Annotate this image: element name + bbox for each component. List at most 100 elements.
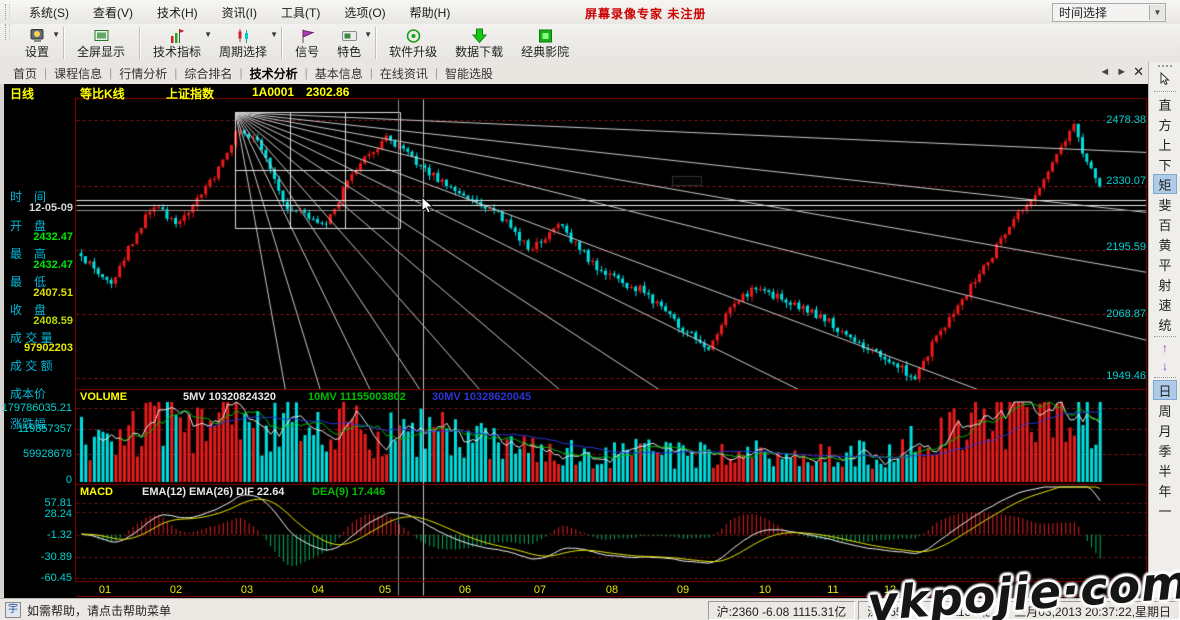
draw-tool-黄[interactable]: 黄 [1152, 234, 1178, 254]
toolbar-button-download[interactable]: 数据下载 [447, 24, 513, 62]
tab-在线资讯[interactable]: 在线资讯 [373, 63, 435, 84]
toolbar-label-settings: 设置 [25, 45, 49, 59]
tab-首页[interactable]: 首页 [6, 63, 44, 84]
tab-综合排名[interactable]: 综合排名 [177, 63, 239, 84]
draw-tool-平[interactable]: 平 [1152, 254, 1178, 274]
status-sh-index: 沪:2360 -6.08 1115.31亿 [708, 601, 856, 620]
draw-tool-射[interactable]: 射 [1152, 274, 1178, 294]
draw-tool-方[interactable]: 方 [1152, 114, 1178, 134]
cinema-icon [537, 28, 554, 45]
toolbar-label-feature: 特色 [337, 45, 361, 59]
draw-tool-上[interactable]: 上 [1152, 134, 1178, 154]
tab-scroll-left-icon[interactable]: ◄ [1099, 66, 1110, 78]
draw-tool-直[interactable]: 直 [1152, 94, 1178, 114]
scroll-up-icon[interactable]: ↑ [1152, 339, 1178, 357]
toolbar-separator [63, 27, 65, 59]
indicators-icon [169, 28, 186, 45]
tab-基本信息[interactable]: 基本信息 [308, 63, 370, 84]
period-周[interactable]: 周 [1152, 400, 1178, 420]
close-icon[interactable]: ✕ [1133, 64, 1144, 80]
info-value-4: 2408.59 [33, 315, 73, 327]
draw-tool-矩[interactable]: 矩 [1153, 174, 1177, 194]
tab-scroll-right-icon[interactable]: ► [1116, 66, 1127, 78]
tabs-list: 首页|课程信息|行情分析|综合排名|技术分析|基本信息|在线资讯|智能选股 [0, 63, 500, 84]
toolbar-separator [1154, 91, 1176, 92]
menu-item-0[interactable]: 系统(S) [17, 1, 81, 24]
tab-技术分析[interactable]: 技术分析 [243, 63, 305, 84]
chevron-down-icon[interactable]: ▼ [52, 30, 60, 39]
period-季[interactable]: 季 [1152, 440, 1178, 460]
menu-item-1[interactable]: 查看(V) [81, 1, 145, 24]
info-value-3: 2407.51 [33, 287, 73, 299]
chevron-down-icon[interactable]: ▼ [270, 30, 278, 39]
settings-icon [29, 28, 46, 45]
toolbar-label-upgrade: 软件升级 [389, 45, 437, 59]
toolbar-button-fullscreen[interactable]: 全屏显示 [69, 24, 135, 62]
toolbar-grip [1158, 65, 1172, 67]
time-select-label: 时间选择 [1053, 4, 1149, 21]
menu-item-3[interactable]: 资讯(I) [210, 1, 269, 24]
toolbar-label-signal: 信号 [295, 45, 319, 59]
toolbar-label-fullscreen: 全屏显示 [77, 45, 125, 59]
menu-item-2[interactable]: 技术(H) [145, 1, 210, 24]
tab-nav: ◄ ► ✕ [1099, 64, 1144, 80]
chevron-down-icon[interactable]: ▼ [364, 30, 372, 39]
tab-智能选股[interactable]: 智能选股 [438, 63, 500, 84]
tab-行情分析[interactable]: 行情分析 [112, 63, 174, 84]
app-window: 系统(S)查看(V)技术(H)资讯(I)工具(T)选项(O)帮助(H) 屏幕录像… [0, 0, 1180, 620]
toolbar-button-period[interactable]: 周期选择▼ [211, 24, 277, 62]
draw-tool-百[interactable]: 百 [1152, 214, 1178, 234]
recorder-notice: 屏幕录像专家 未注册 [585, 5, 706, 22]
period-日[interactable]: 日 [1153, 380, 1177, 400]
toolbar-button-feature[interactable]: 特色▼ [329, 24, 371, 62]
mouse-cursor-icon [421, 196, 435, 214]
info-value-2: 2432.47 [33, 259, 73, 271]
toolbar-separator [1154, 336, 1176, 337]
pointer-tool-icon[interactable] [1152, 69, 1178, 89]
draw-tool-下[interactable]: 下 [1152, 154, 1178, 174]
info-label-6: 成 交 额 [10, 357, 72, 374]
period-月[interactable]: 月 [1152, 420, 1178, 440]
menu-item-4[interactable]: 工具(T) [269, 1, 332, 24]
upgrade-icon [405, 28, 422, 45]
feature-icon [341, 28, 358, 45]
toolbar-separator [281, 27, 283, 59]
toolbar-button-settings[interactable]: 设置▼ [17, 24, 59, 62]
draw-tool-统[interactable]: 统 [1152, 314, 1178, 334]
menu-items: 系统(S)查看(V)技术(H)资讯(I)工具(T)选项(O)帮助(H) [17, 1, 462, 24]
toolbar-button-upgrade[interactable]: 软件升级 [381, 24, 447, 62]
toolbar-buttons: 设置▼全屏显示技术指标▼周期选择▼信号特色▼软件升级数据下载经典影院 [17, 24, 579, 62]
info-value-5: 97902203 [24, 342, 73, 354]
period-icon [235, 28, 252, 45]
tab-课程信息[interactable]: 课程信息 [47, 63, 109, 84]
fullscreen-icon [93, 28, 110, 45]
quote-info-panel: 时 间12-05-09开 盘2432.47最 高2432.47最 低2407.5… [4, 84, 75, 598]
toolbar-button-signal[interactable]: 信号 [287, 24, 329, 62]
toolbar-button-cinema[interactable]: 经典影院 [513, 24, 579, 62]
chevron-down-icon[interactable]: ▼ [1149, 5, 1165, 20]
toolbar-grip[interactable] [5, 24, 10, 40]
toolbar-label-download: 数据下载 [455, 45, 503, 59]
menu-item-5[interactable]: 选项(O) [332, 1, 397, 24]
period-半[interactable]: 半 [1152, 460, 1178, 480]
menu-item-6[interactable]: 帮助(H) [398, 1, 463, 24]
download-icon [471, 28, 488, 45]
period-一[interactable]: 一 [1152, 500, 1178, 520]
menu-bar: 系统(S)查看(V)技术(H)资讯(I)工具(T)选项(O)帮助(H) 屏幕录像… [0, 0, 1180, 25]
toolbar-button-indicators[interactable]: 技术指标▼ [145, 24, 211, 62]
period-年[interactable]: 年 [1152, 480, 1178, 500]
draw-tool-速[interactable]: 速 [1152, 294, 1178, 314]
info-label-7: 成本价 [10, 385, 72, 402]
kline-chart-canvas[interactable] [75, 84, 1148, 598]
time-select-dropdown[interactable]: 时间选择 ▼ [1052, 3, 1166, 22]
toolbar-grip[interactable] [5, 4, 10, 20]
scroll-down-icon[interactable]: ↓ [1152, 357, 1178, 375]
toolbar-separator [139, 27, 141, 59]
toolbar-separator [1154, 377, 1176, 378]
main-toolbar: 设置▼全屏显示技术指标▼周期选择▼信号特色▼软件升级数据下载经典影院 [0, 24, 1180, 63]
ime-icon[interactable]: 宇 [5, 602, 21, 618]
info-label-8: 涨跌幅 [10, 415, 72, 432]
draw-tool-斐[interactable]: 斐 [1152, 194, 1178, 214]
toolbar-label-period: 周期选择 [219, 45, 267, 59]
toolbar-separator [375, 27, 377, 59]
